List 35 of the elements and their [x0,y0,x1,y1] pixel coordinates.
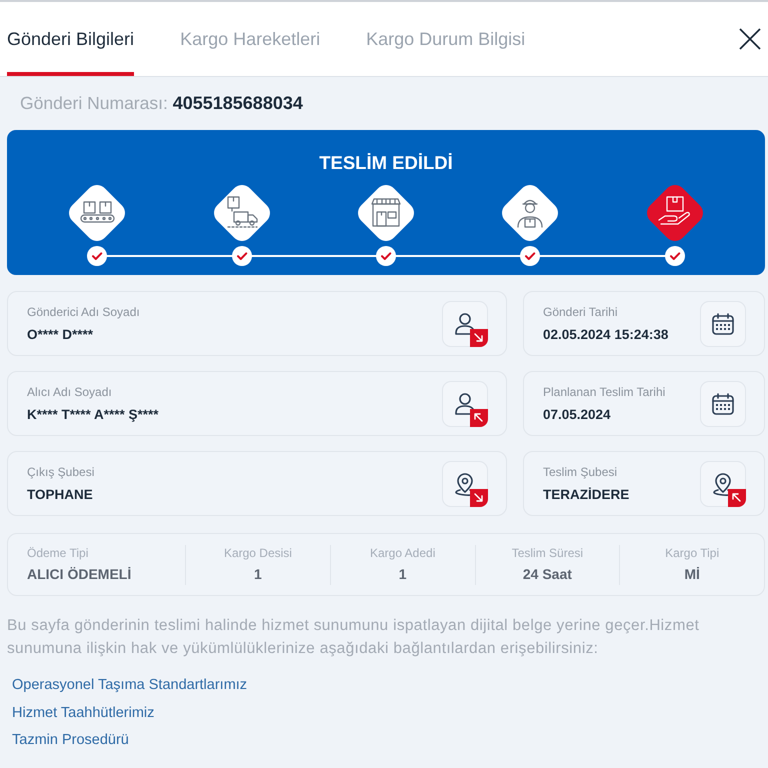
policy-link[interactable]: Operasyonel Taşıma Standartlarımız [12,672,248,700]
notice-text: Bu sayfa gönderinin teslimi halinde hizmet sunumunu ispatlayan dijital belge yerine geçer.Hizmet sunumuna ilişkin hak ve yükümlülüklerinize aşağıdaki bağlantılardan erişebilirsiniz: [7,616,700,659]
policy-link[interactable]: Hizmet Taahhütlerimiz [12,700,154,727]
field-value: O**** D**** [27,326,94,344]
close-icon[interactable] [739,28,761,50]
policy-link[interactable]: Tazmin Prosedürü [12,727,129,754]
summary-value: 24 Saat [522,564,572,584]
summary-value: Mİ [684,564,700,584]
tab[interactable]: Kargo Durum Bilgisi [366,2,526,76]
summary-label: Kargo Desisi [224,546,292,560]
field-value: 02.05.2024 15:24:38 [543,326,668,344]
field-label: Alıcı Adı Soyadı [27,384,113,400]
summary-label: Teslim Süresi [512,546,584,560]
shipment-number: 4055185688034 [172,93,303,113]
field-value: TERAZİDERE [543,486,630,504]
summary-value: ALICI ÖDEMELİ [27,564,132,584]
field-label: Planlanan Teslim Tarihi [543,384,666,400]
field-value: 07.05.2024 [543,406,612,424]
field-value: K**** T**** A**** Ş**** [27,406,159,424]
summary-value: 1 [398,564,407,584]
calendar-icon [710,310,736,336]
tab[interactable]: Gönderi Bilgileri [7,2,134,76]
field-label: Gönderici Adı Soyadı [27,304,140,320]
summary-label: Ödeme Tipi [27,546,88,560]
tab[interactable]: Kargo Hareketleri [180,2,320,76]
field-label: Teslim Şubesi [543,464,618,480]
calendar-icon [710,390,736,416]
field-label: Çıkış Şubesi [27,464,94,480]
shipment-number-label: Gönderi Numarası: [20,93,168,113]
summary-value: 1 [254,564,262,584]
status-title: TESLİM EDİLDİ [318,151,454,175]
field-label: Gönderi Tarihi [543,304,618,320]
field-value: TOPHANE [27,486,94,504]
summary-label: Kargo Adedi [370,546,436,560]
summary-label: Kargo Tipi [665,546,720,560]
